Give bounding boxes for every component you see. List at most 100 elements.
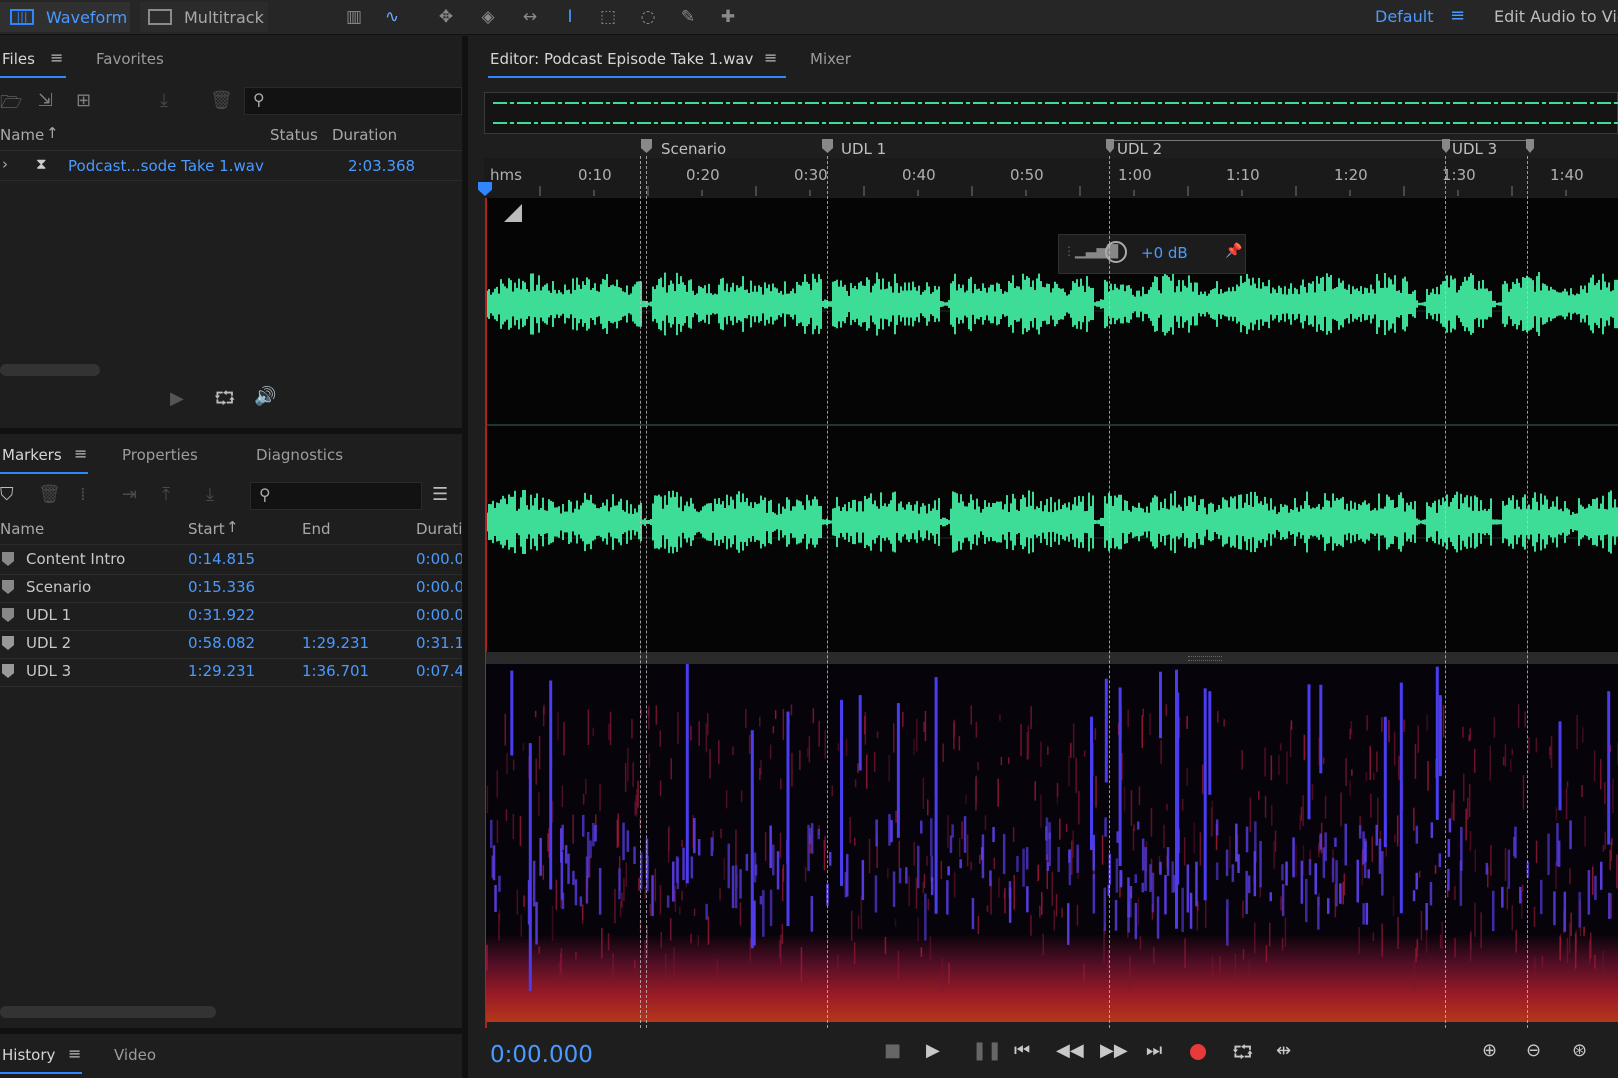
- multitrack-mode-button[interactable]: Multitrack: [140, 2, 268, 32]
- marker-duration[interactable]: 0:31.1: [416, 634, 462, 652]
- markers-search-input[interactable]: ⚲: [250, 482, 422, 510]
- file-name[interactable]: Podcast...sode Take 1.wav: [68, 157, 264, 175]
- pin-hud-icon[interactable]: 📌: [1225, 243, 1242, 259]
- workspace-menu-icon[interactable]: ≡: [1450, 5, 1465, 26]
- marker-name[interactable]: UDL 3: [26, 662, 71, 680]
- markers-horizontal-scrollbar[interactable]: [0, 1006, 216, 1018]
- marker-name[interactable]: UDL 1: [26, 606, 71, 624]
- edit-audio-to-video-button[interactable]: Edit Audio to Vid: [1494, 7, 1618, 26]
- waveform-display[interactable]: [486, 198, 1618, 652]
- marker-start[interactable]: 0:15.336: [188, 578, 255, 596]
- marker-duration[interactable]: 0:07.4: [416, 662, 462, 680]
- insert-into-playlist-icon[interactable]: ⇥: [122, 484, 137, 505]
- loop-preview-icon[interactable]: ⮔: [214, 386, 235, 416]
- tab-mixer[interactable]: Mixer: [810, 50, 851, 68]
- files-panel-menu-icon[interactable]: ≡: [50, 48, 63, 67]
- export-markers-icon[interactable]: ⤒: [162, 484, 170, 505]
- tab-editor[interactable]: Editor: Podcast Episode Take 1.wav: [490, 50, 753, 68]
- waveform-display-icon[interactable]: ∿: [380, 6, 404, 28]
- files-horizontal-scrollbar[interactable]: [0, 364, 100, 376]
- current-time-display[interactable]: 0:00.000: [490, 1042, 593, 1068]
- marker-row[interactable]: UDL 2 0:58.082 1:29.231 0:31.1: [0, 630, 462, 659]
- brush-tool-icon[interactable]: ✎: [676, 6, 700, 28]
- marker-row[interactable]: Content Intro 0:14.815 0:00.0: [0, 546, 462, 575]
- lasso-tool-icon[interactable]: ◌: [636, 6, 660, 28]
- marquee-tool-icon[interactable]: ⬚: [596, 6, 620, 28]
- play-preview-icon[interactable]: ▶: [170, 388, 184, 409]
- marker-name[interactable]: UDL 2: [26, 634, 71, 652]
- skip-selection-icon[interactable]: ⇹: [1276, 1040, 1291, 1061]
- tab-markers[interactable]: Markers: [2, 446, 62, 464]
- marker-start[interactable]: 1:29.231: [188, 662, 255, 680]
- marker-row[interactable]: Scenario 0:15.336 0:00.0: [0, 574, 462, 603]
- razor-tool-icon[interactable]: ◈: [476, 6, 500, 28]
- import-file-icon[interactable]: ⇲: [38, 90, 53, 111]
- slip-tool-icon[interactable]: ↔: [518, 6, 542, 28]
- export-audio-icon[interactable]: ⤓: [206, 484, 214, 505]
- stop-icon[interactable]: ■: [884, 1040, 901, 1061]
- marker-duration[interactable]: 0:00.0: [416, 606, 462, 624]
- tab-properties[interactable]: Properties: [122, 446, 198, 464]
- markers-col-end[interactable]: End: [302, 520, 331, 538]
- move-tool-icon[interactable]: ✥: [434, 6, 458, 28]
- tab-video[interactable]: Video: [114, 1046, 156, 1064]
- tab-favorites[interactable]: Favorites: [96, 50, 164, 68]
- marker-name[interactable]: Content Intro: [26, 550, 125, 568]
- insert-into-multitrack-icon[interactable]: ⤓: [160, 90, 168, 111]
- divider-grip[interactable]: [1188, 656, 1222, 661]
- marker-duration[interactable]: 0:00.0: [416, 550, 462, 568]
- play-icon[interactable]: ▶: [926, 1040, 940, 1061]
- files-col-duration[interactable]: Duration: [332, 126, 397, 144]
- udl1-marker-label[interactable]: UDL 1: [841, 140, 886, 158]
- files-col-name[interactable]: Name: [0, 126, 44, 144]
- skip-to-start-icon[interactable]: ⏮: [1014, 1040, 1030, 1061]
- skip-to-end-icon[interactable]: ⏭: [1146, 1040, 1162, 1061]
- file-row[interactable]: › ⧗ Podcast...sode Take 1.wav 2:03.368: [0, 152, 462, 181]
- spectral-divider[interactable]: [486, 652, 1618, 664]
- open-file-icon[interactable]: 🗁: [0, 90, 22, 120]
- tab-files[interactable]: Files: [2, 50, 35, 68]
- udl3-marker-label[interactable]: UDL 3: [1452, 140, 1497, 158]
- delete-marker-icon[interactable]: 🗑: [38, 484, 61, 505]
- history-panel-menu-icon[interactable]: ≡: [68, 1044, 81, 1063]
- rewind-icon[interactable]: ◀◀: [1056, 1040, 1084, 1061]
- files-search-input[interactable]: ⚲: [244, 87, 462, 115]
- marker-start[interactable]: 0:58.082: [188, 634, 255, 652]
- hud-grip-icon[interactable]: ⋮: [1063, 244, 1075, 258]
- tab-diagnostics[interactable]: Diagnostics: [256, 446, 343, 464]
- merge-markers-icon[interactable]: ⁞: [80, 484, 86, 505]
- gain-value[interactable]: +0 dB: [1141, 244, 1188, 262]
- overview-navigator[interactable]: [484, 92, 1618, 134]
- markers-col-duration[interactable]: Durati: [416, 520, 462, 538]
- new-file-icon[interactable]: ⊞: [76, 90, 91, 111]
- spectral-display-icon[interactable]: ▥: [342, 6, 366, 28]
- time-selection-tool-icon[interactable]: I: [558, 6, 582, 28]
- expand-chevron-icon[interactable]: ›: [2, 155, 8, 173]
- pause-icon[interactable]: ❚❚: [972, 1040, 1002, 1061]
- loop-playback-icon[interactable]: ⮔: [1232, 1040, 1253, 1070]
- zoom-in-amplitude-icon[interactable]: ⊕: [1482, 1040, 1497, 1061]
- autoplay-preview-icon[interactable]: 🔊: [254, 386, 276, 407]
- gain-hud[interactable]: ⋮ ▁▃▅▇ +0 dB 📌: [1058, 234, 1246, 274]
- markers-col-name[interactable]: Name: [0, 520, 44, 538]
- waveform-mode-button[interactable]: ||| Waveform: [0, 2, 130, 32]
- marker-name[interactable]: Scenario: [26, 578, 91, 596]
- fast-forward-icon[interactable]: ▶▶: [1100, 1040, 1128, 1061]
- files-col-status[interactable]: Status: [270, 126, 318, 144]
- record-icon[interactable]: [1190, 1044, 1206, 1060]
- marker-row[interactable]: UDL 3 1:29.231 1:36.701 0:07.4: [0, 658, 462, 687]
- editor-panel-menu-icon[interactable]: ≡: [764, 48, 777, 67]
- workspace-selector[interactable]: Default: [1375, 7, 1433, 26]
- udl2-marker-label[interactable]: UDL 2: [1117, 140, 1162, 158]
- spot-healing-tool-icon[interactable]: ✚: [716, 6, 740, 28]
- marker-start[interactable]: 0:14.815: [188, 550, 255, 568]
- marker-row[interactable]: UDL 1 0:31.922 0:00.0: [0, 602, 462, 631]
- zoom-out-amplitude-icon[interactable]: ⊖: [1526, 1040, 1541, 1061]
- delete-file-icon[interactable]: 🗑: [210, 90, 233, 111]
- scenario-marker-label[interactable]: Scenario: [661, 140, 726, 158]
- markers-panel-menu-icon[interactable]: ≡: [74, 444, 87, 463]
- marker-end[interactable]: 1:29.231: [302, 634, 369, 652]
- marker-duration[interactable]: 0:00.0: [416, 578, 462, 596]
- markers-col-start[interactable]: Start: [188, 520, 225, 538]
- spectral-frequency-display[interactable]: [486, 664, 1618, 1022]
